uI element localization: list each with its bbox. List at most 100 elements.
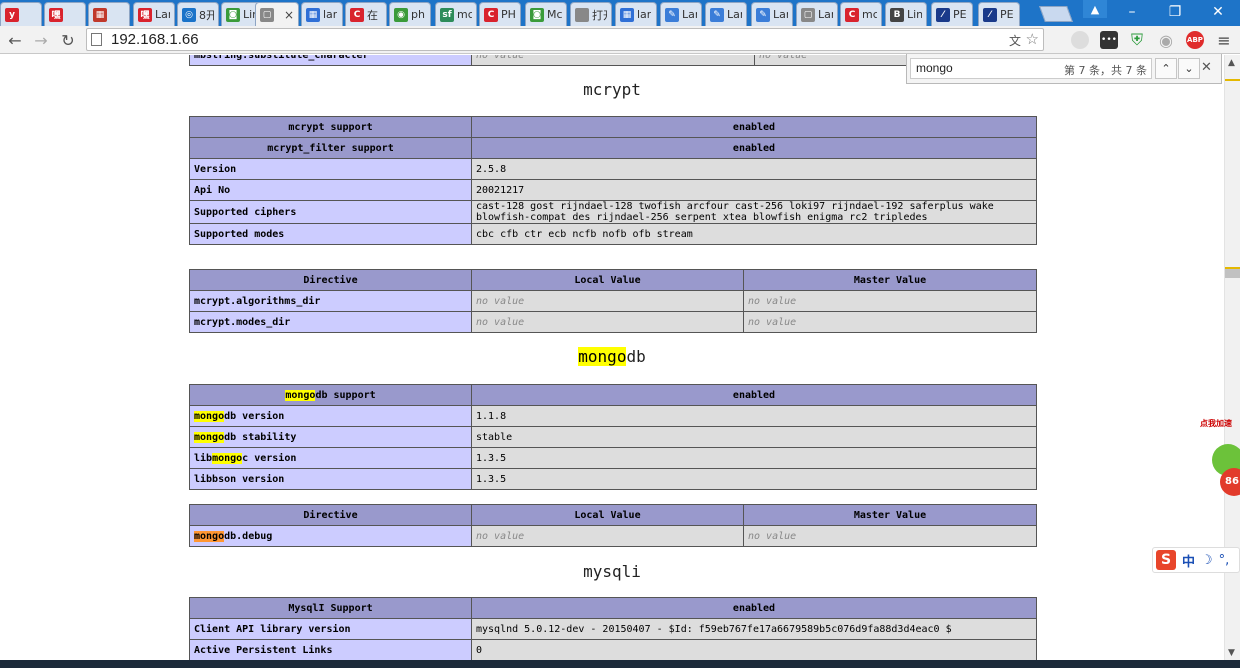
- local-value: no value: [471, 290, 744, 312]
- mcrypt-info-table: mcrypt support enabled mcrypt_filter suppo…: [189, 116, 1037, 245]
- browser-tab[interactable]: sfmc: [435, 2, 477, 26]
- table-row: mongodb support enabled: [189, 384, 1037, 406]
- table-row: Client API library version mysqlnd 5.0.12…: [189, 618, 1037, 640]
- table-row: Active Persistent Links 0: [189, 639, 1037, 660]
- mcrypt-directive-table: Directive Local Value Master Value mcrypt.a…: [189, 269, 1037, 333]
- browser-tab[interactable]: Cmc: [840, 2, 882, 26]
- accelerate-count: 86: [1225, 476, 1239, 487]
- column-header-directive: Directive: [189, 269, 472, 291]
- browser-tab[interactable]: ▦ lar: [615, 2, 657, 26]
- browser-tab[interactable]: ✎Lar: [705, 2, 747, 26]
- address-bar[interactable]: 192.168.1.66 文 ☆: [86, 28, 1044, 51]
- globe-icon[interactable]: ◉: [1157, 31, 1175, 50]
- browser-tab[interactable]: ◎8开: [177, 2, 219, 26]
- info-key: mcrypt_filter support: [189, 137, 472, 159]
- tab-favicon-icon: ✎: [756, 7, 770, 22]
- tab-favicon-icon: [575, 7, 589, 22]
- close-window-button[interactable]: ✕: [1198, 0, 1238, 24]
- tab-favicon-icon: y: [5, 7, 19, 22]
- browser-tab[interactable]: C PH: [479, 2, 521, 26]
- tab-title: Lar: [682, 8, 697, 21]
- find-result-marker: [1225, 79, 1240, 81]
- info-key: Supported modes: [189, 223, 472, 245]
- table-header-row: Directive Local Value Master Value: [189, 504, 1037, 526]
- table-row: mongodb stability stable: [189, 426, 1037, 448]
- table-row: Supported modes cbc cfb ctr ecb ncfb nofb…: [189, 223, 1037, 245]
- translate-icon[interactable]: 文: [1009, 32, 1021, 49]
- master-value: no value: [743, 311, 1037, 333]
- scroll-up-icon[interactable]: ▲: [1228, 58, 1235, 68]
- browser-tab[interactable]: B Lin: [885, 2, 927, 26]
- browser-tab[interactable]: ◙ Mc: [525, 2, 567, 26]
- scrollbar-thumb[interactable]: [1225, 269, 1240, 278]
- find-input[interactable]: mongo 第 7 条，共 7 条: [910, 58, 1152, 79]
- menu-icon[interactable]: ≡: [1215, 31, 1233, 50]
- browser-tab[interactable]: ✎Lar: [751, 2, 793, 26]
- local-value: no value: [471, 311, 744, 333]
- browser-tab[interactable]: ▦ lar: [301, 2, 343, 26]
- tab-favicon-icon: 嘿: [138, 7, 152, 22]
- back-button[interactable]: ←: [4, 29, 26, 51]
- info-key: Api No: [189, 179, 472, 201]
- tab-favicon-icon: 嘿: [49, 7, 63, 22]
- browser-tab[interactable]: ▦: [88, 2, 130, 26]
- shield-icon[interactable]: ⛨: [1128, 30, 1146, 49]
- find-next-button[interactable]: ⌄: [1178, 58, 1200, 79]
- browser-tab[interactable]: ⁄ PE: [978, 2, 1020, 26]
- ime-toolbar[interactable]: S 中 ☽ °,: [1152, 547, 1240, 573]
- tab-strip: y嘿▦嘿Lar◎8开◙Lin▢×▦larC在◉phsfmcCPH◙Mc打开▦la…: [0, 0, 1240, 26]
- info-value: 20021217: [471, 179, 1037, 201]
- directive-key: mcrypt.algorithms_dir: [189, 290, 472, 312]
- browser-tab[interactable]: 嘿Lar: [133, 2, 175, 26]
- adblock-icon[interactable]: ABP: [1186, 31, 1204, 49]
- reload-button[interactable]: ↻: [57, 29, 79, 51]
- ime-mode-label[interactable]: 中: [1182, 551, 1195, 570]
- browser-tab[interactable]: y: [0, 2, 42, 26]
- browser-tab[interactable]: C在: [345, 2, 387, 26]
- restore-button[interactable]: ❐: [1155, 0, 1195, 24]
- tab-title: Lar: [818, 8, 833, 21]
- table-row: mcrypt_filter support enabled: [189, 137, 1037, 159]
- browser-tab[interactable]: ⁄ PE: [931, 2, 973, 26]
- forward-button[interactable]: →: [30, 29, 52, 51]
- info-key: Version: [189, 158, 472, 180]
- extension-dots-icon[interactable]: •••: [1100, 31, 1118, 49]
- minimize-button[interactable]: –: [1112, 0, 1152, 24]
- browser-tab[interactable]: ▢Lar: [796, 2, 838, 26]
- scroll-down-icon[interactable]: ▼: [1228, 648, 1235, 658]
- info-key: mcrypt support: [189, 116, 472, 138]
- profile-button[interactable]: ▲: [1083, 0, 1107, 18]
- bookmark-star-icon[interactable]: ☆: [1026, 30, 1039, 48]
- tab-close-icon[interactable]: ×: [284, 8, 294, 22]
- tab-favicon-icon: ✎: [665, 7, 679, 22]
- browser-tab[interactable]: ▢ ×: [255, 2, 299, 26]
- search-highlight: mongo: [194, 431, 225, 443]
- info-key: mongodb version: [189, 405, 472, 427]
- find-bar: mongo 第 7 条，共 7 条 ⌃ ⌄ ✕: [906, 54, 1222, 84]
- column-header-master: Master Value: [743, 504, 1037, 526]
- accelerate-label[interactable]: 点我加速: [1200, 418, 1240, 433]
- extension-circle-icon[interactable]: [1071, 31, 1089, 49]
- browser-tab[interactable]: ◉ ph: [389, 2, 431, 26]
- browser-tab[interactable]: 打开: [570, 2, 612, 26]
- punctuation-icon[interactable]: °,: [1219, 553, 1230, 568]
- browser-tab[interactable]: ✎Lar: [660, 2, 702, 26]
- tab-title: mc: [457, 8, 472, 21]
- url-text: 192.168.1.66: [111, 31, 199, 48]
- accelerate-ball[interactable]: 86: [1208, 438, 1240, 498]
- section-title-mysqli[interactable]: mysqli: [0, 562, 1224, 581]
- find-close-button[interactable]: ✕: [1201, 60, 1212, 75]
- section-title-mongodb[interactable]: mongodb: [0, 347, 1224, 366]
- taskbar: [0, 660, 1240, 668]
- info-key: libbson version: [189, 468, 472, 490]
- find-previous-button[interactable]: ⌃: [1155, 58, 1177, 79]
- tab-title: 8开: [199, 8, 214, 22]
- info-value: mysqlnd 5.0.12-dev - 20150407 - $Id: f59…: [471, 618, 1037, 640]
- search-highlight: mongo: [578, 347, 627, 366]
- mysqli-info-table: MysqlI Support enabled Client API library …: [189, 597, 1037, 660]
- moon-icon[interactable]: ☽: [1201, 553, 1213, 568]
- info-key: Client API library version: [189, 618, 472, 640]
- new-tab-button[interactable]: [1039, 6, 1073, 22]
- browser-tab[interactable]: 嘿: [44, 2, 86, 26]
- column-header-directive: Directive: [189, 504, 472, 526]
